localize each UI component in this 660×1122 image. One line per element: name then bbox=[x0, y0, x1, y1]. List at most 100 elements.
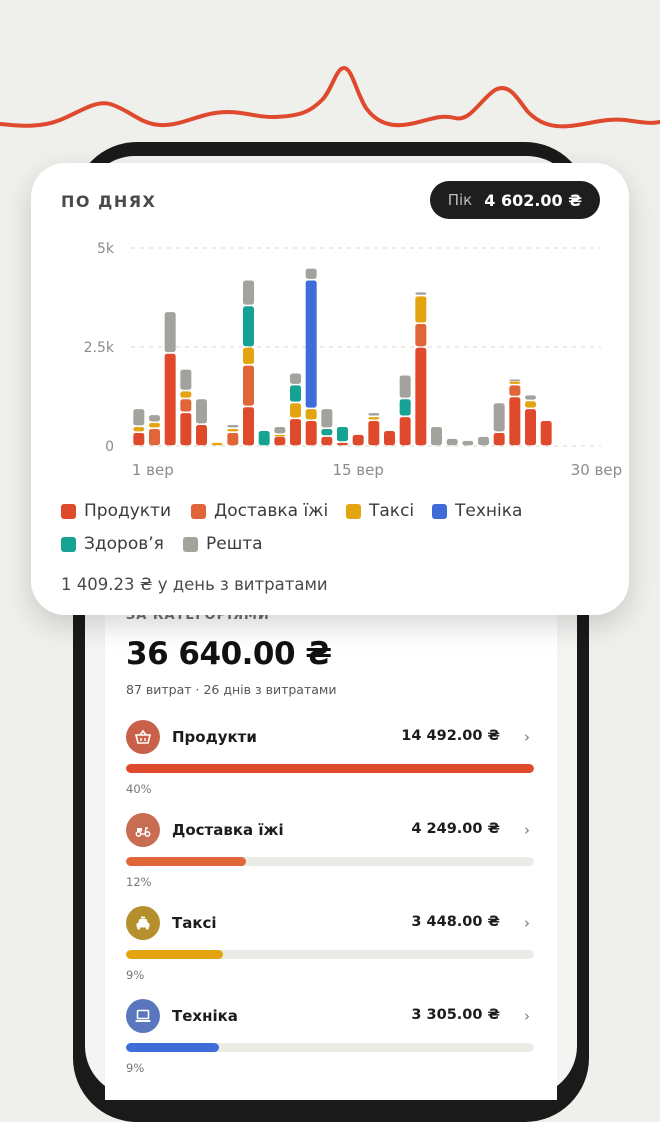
daily-stacked-bar-chart[interactable]: 0 2.5k 5k 1 вер 15 вер 30 вер bbox=[31, 233, 629, 483]
bar-segment bbox=[525, 401, 536, 408]
bar-segment bbox=[399, 375, 411, 398]
category-amount: 14 492.00 ₴ bbox=[401, 728, 500, 744]
bar-segment bbox=[290, 373, 301, 384]
bar-segment bbox=[243, 365, 254, 406]
bar-segment bbox=[525, 409, 536, 446]
bar-segment bbox=[227, 425, 239, 428]
legend-item-food-delivery[interactable]: Доставка їжі bbox=[191, 501, 328, 521]
bar-segment bbox=[164, 312, 176, 353]
basket-icon bbox=[134, 729, 152, 744]
expenses-summary: 87 витрат · 26 днів з витратами bbox=[126, 682, 337, 697]
bar-segment bbox=[525, 395, 536, 400]
category-percent: 40% bbox=[126, 782, 152, 796]
category-progress-track bbox=[126, 950, 534, 959]
category-percent: 9% bbox=[126, 968, 145, 982]
category-row-taxi[interactable]: Таксі 3 448.00 ₴ › 9% bbox=[126, 906, 534, 988]
bar-segment bbox=[493, 432, 505, 446]
bar-segment bbox=[431, 427, 442, 446]
chevron-right-icon: › bbox=[524, 728, 530, 746]
x-tick-label: 1 вер bbox=[132, 461, 174, 479]
bar-segment bbox=[196, 399, 207, 424]
category-progress-fill bbox=[126, 764, 534, 773]
peak-label: Пік bbox=[447, 191, 473, 209]
bar-segment bbox=[180, 369, 192, 390]
bar-segment bbox=[478, 436, 489, 446]
bar-segment bbox=[274, 434, 286, 437]
category-progress-fill bbox=[126, 1043, 220, 1052]
legend-label: Продукти bbox=[84, 501, 172, 521]
scooter-icon bbox=[135, 827, 151, 837]
bar-segment bbox=[149, 415, 160, 422]
y-tick-label: 2.5k bbox=[84, 340, 115, 356]
bar-segment bbox=[305, 280, 317, 408]
category-amount: 3 305.00 ₴ bbox=[411, 1007, 500, 1023]
bar-segment bbox=[337, 427, 348, 442]
laptop-icon bbox=[135, 1009, 151, 1022]
bar-segment bbox=[180, 413, 192, 446]
bar-segment bbox=[133, 409, 145, 426]
bar-segment bbox=[509, 385, 521, 396]
chevron-right-icon: › bbox=[524, 914, 530, 932]
bar-segment bbox=[493, 403, 505, 432]
bar-segment bbox=[540, 421, 552, 446]
legend-swatch bbox=[191, 503, 206, 519]
bar-segment bbox=[243, 347, 254, 365]
bar-segment bbox=[446, 438, 458, 446]
x-tick-label: 15 вер bbox=[332, 461, 383, 479]
category-progress-track bbox=[126, 764, 534, 773]
x-tick-label: 30 вер bbox=[571, 461, 622, 479]
bar-segment bbox=[305, 268, 317, 279]
legend-label: Таксі bbox=[369, 501, 415, 521]
category-name: Таксі bbox=[172, 914, 217, 932]
bar-segment bbox=[227, 432, 239, 446]
category-row-food-delivery[interactable]: Доставка їжі 4 249.00 ₴ › 12% bbox=[126, 813, 534, 895]
bar-segment bbox=[462, 440, 474, 446]
bar-segment bbox=[509, 381, 521, 384]
card-title: ПО ДНЯХ bbox=[61, 192, 157, 211]
category-amount: 4 249.00 ₴ bbox=[411, 821, 500, 837]
legend-item-health[interactable]: Здоров’я bbox=[61, 534, 164, 554]
legend-swatch bbox=[61, 536, 76, 552]
taxi-icon bbox=[136, 916, 150, 930]
bar-segment bbox=[368, 417, 380, 420]
category-name: Продукти bbox=[172, 728, 257, 746]
bar-segment bbox=[133, 432, 145, 446]
bar-segment bbox=[290, 403, 301, 418]
bar-segment bbox=[352, 434, 364, 446]
category-amount: 3 448.00 ₴ bbox=[411, 914, 500, 930]
bar-segment bbox=[258, 430, 270, 446]
bar-segment bbox=[415, 292, 427, 295]
bar-segment bbox=[243, 280, 254, 305]
bar-segment bbox=[509, 379, 521, 381]
bar-segment bbox=[509, 397, 521, 446]
bar-segment bbox=[227, 428, 239, 432]
background-wave bbox=[0, 65, 660, 129]
bar-segment bbox=[133, 427, 145, 432]
category-percent: 12% bbox=[126, 875, 152, 889]
legend-swatch bbox=[183, 536, 198, 552]
bar-segment bbox=[149, 428, 160, 446]
category-progress-fill bbox=[126, 857, 246, 866]
category-row-electronics[interactable]: Техніка 3 305.00 ₴ › 9% bbox=[126, 999, 534, 1081]
category-percent: 9% bbox=[126, 1061, 145, 1075]
bar-segment bbox=[415, 347, 427, 446]
peak-value: 4 602.00 ₴ bbox=[484, 190, 582, 210]
category-row-groceries[interactable]: Продукти 14 492.00 ₴ › 40% bbox=[126, 720, 534, 802]
category-name: Доставка їжі bbox=[172, 821, 284, 839]
bar-segment bbox=[321, 436, 333, 446]
category-icon-bg bbox=[126, 906, 160, 940]
category-icon-bg bbox=[126, 720, 160, 754]
legend-swatch bbox=[346, 503, 361, 519]
category-icon-bg bbox=[126, 999, 160, 1033]
bar-segment bbox=[180, 391, 192, 398]
legend-item-groceries[interactable]: Продукти bbox=[61, 501, 171, 521]
bar-segment bbox=[290, 419, 301, 446]
category-progress-fill bbox=[126, 950, 224, 959]
legend-item-other[interactable]: Решта bbox=[183, 534, 263, 554]
legend-item-taxi[interactable]: Таксі bbox=[346, 501, 414, 521]
bar-segment bbox=[337, 442, 348, 446]
daily-spending-card: ПО ДНЯХ Пік 4 602.00 ₴ 0 2.5k 5k 1 вер 15 ве… bbox=[31, 163, 629, 615]
category-name: Техніка bbox=[172, 1007, 238, 1025]
legend-item-electronics[interactable]: Техніка bbox=[432, 501, 522, 521]
peak-badge: Пік 4 602.00 ₴ bbox=[429, 181, 600, 219]
